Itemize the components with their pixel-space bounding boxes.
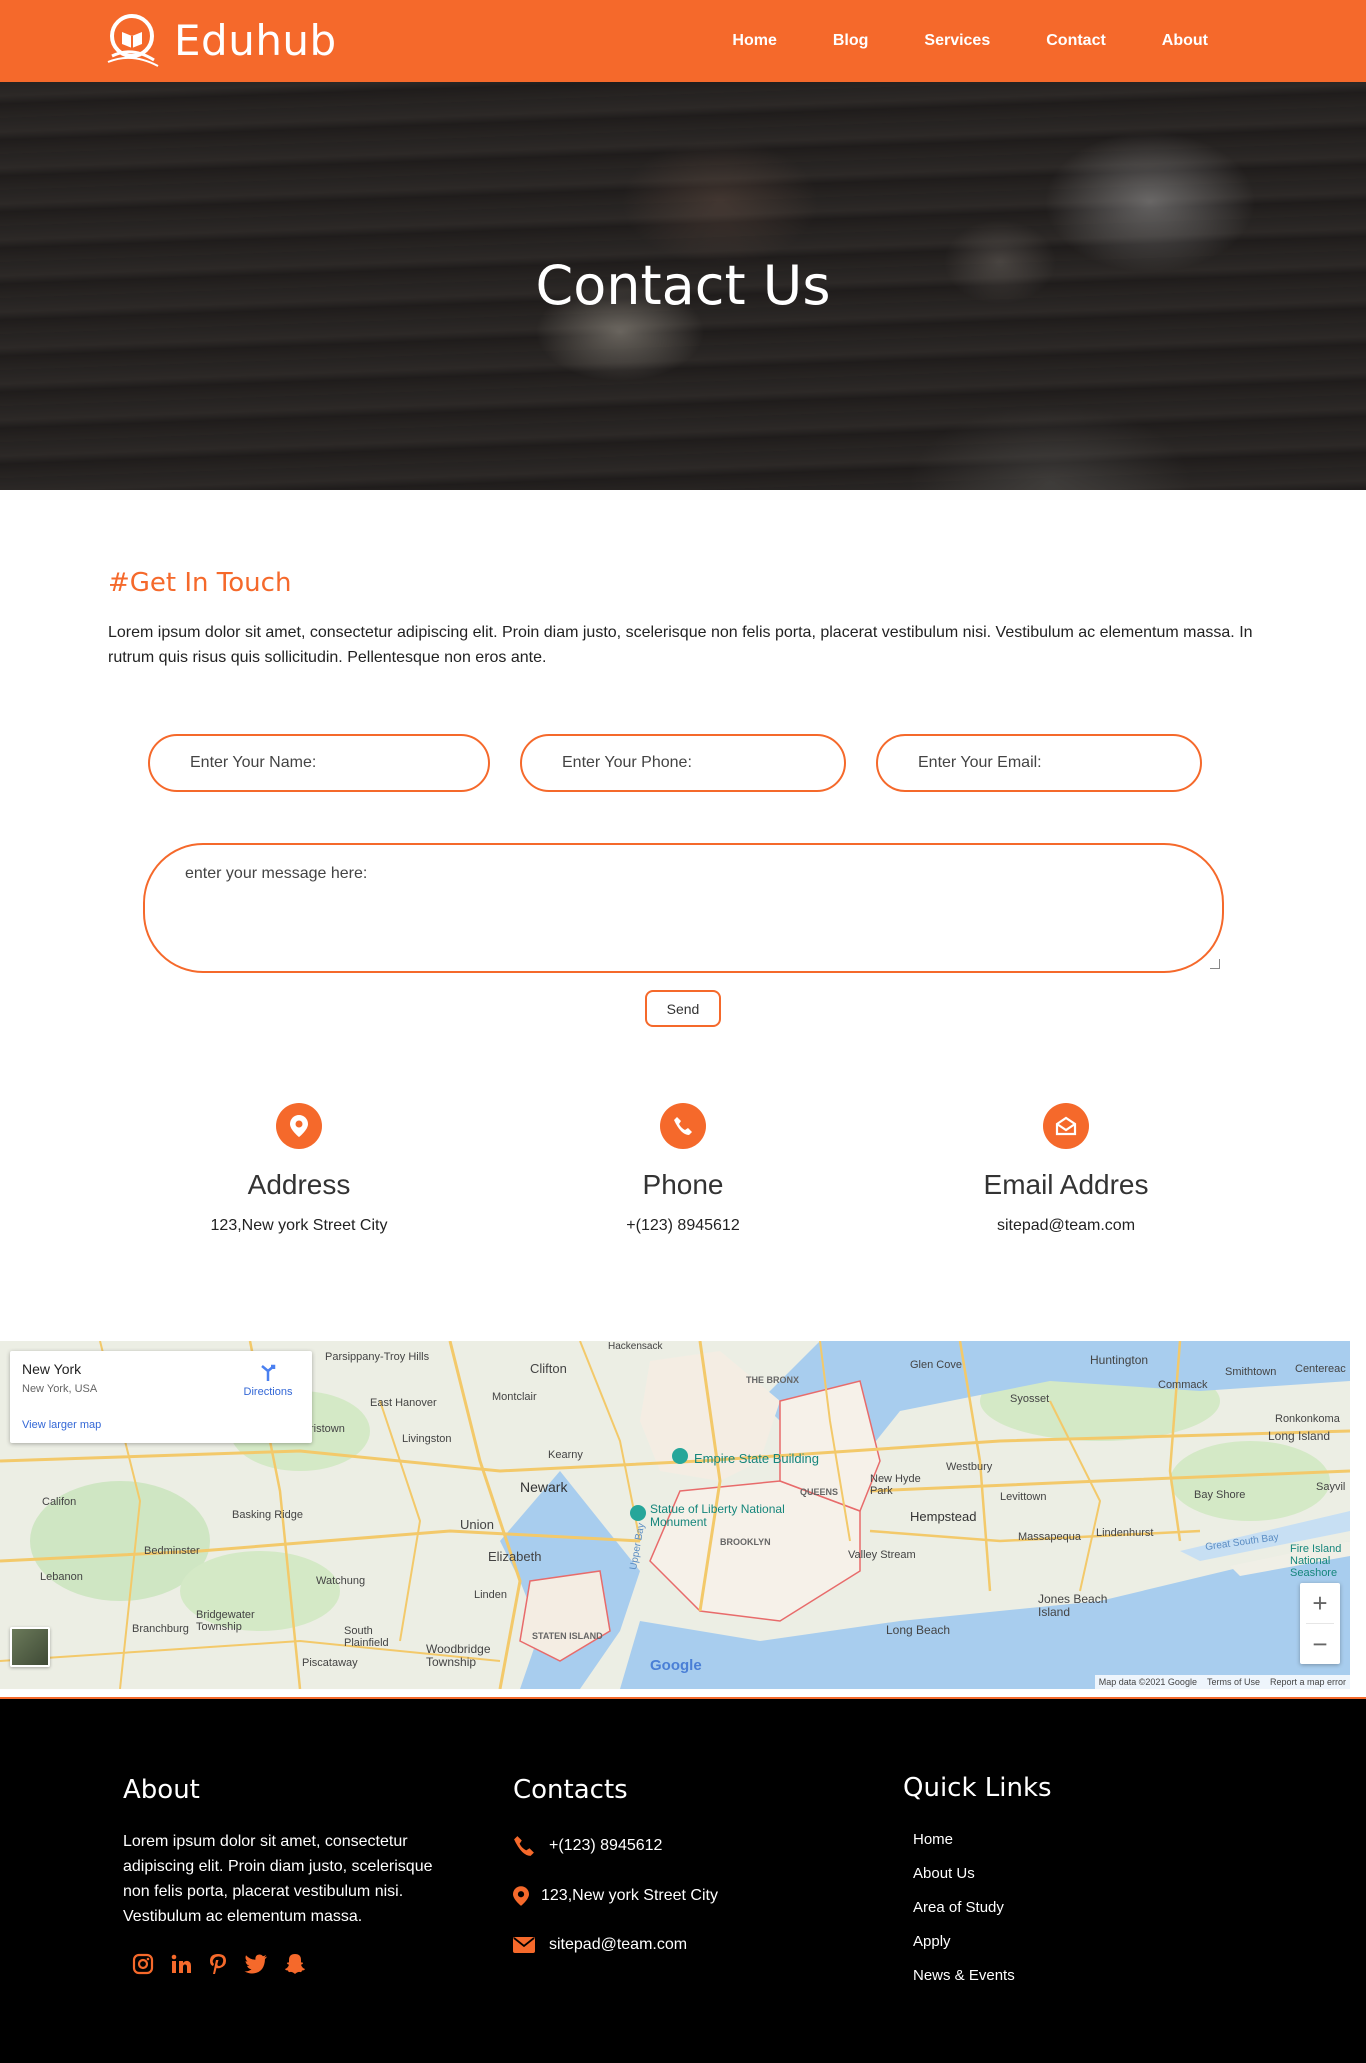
page-title: Contact Us bbox=[535, 254, 831, 317]
social-links bbox=[132, 1953, 322, 1975]
directions-button[interactable]: Directions bbox=[238, 1363, 298, 1398]
site-footer: About Lorem ipsum dolor sit amet, consec… bbox=[0, 1697, 1366, 2063]
pinterest-icon[interactable] bbox=[208, 1953, 228, 1975]
instagram-icon[interactable] bbox=[132, 1953, 154, 1975]
footer-phone: +(123) 8945612 bbox=[513, 1835, 662, 1857]
phone-icon bbox=[660, 1103, 706, 1149]
phone-label: Phone bbox=[642, 1169, 724, 1200]
place-name: New York bbox=[22, 1361, 82, 1377]
envelope-icon bbox=[513, 1937, 539, 1953]
message-placeholder: enter your message here: bbox=[185, 865, 368, 882]
directions-icon bbox=[261, 1364, 276, 1381]
place-address: New York, USA bbox=[22, 1383, 98, 1395]
twitter-icon[interactable] bbox=[244, 1954, 268, 1974]
quick-link-about-us[interactable]: About Us bbox=[913, 1865, 975, 1882]
map-attribution: Map data ©2021 Google Terms of Use Repor… bbox=[1094, 1675, 1350, 1689]
message-textarea[interactable]: enter your message here: bbox=[143, 843, 1224, 973]
get-in-touch-text: Lorem ipsum dolor sit amet, consectetur … bbox=[108, 624, 1253, 666]
address-info: Address 123,New york Street City bbox=[149, 1103, 449, 1235]
quick-link-apply[interactable]: Apply bbox=[913, 1933, 951, 1950]
phone-value: +(123) 8945612 bbox=[626, 1217, 740, 1234]
logo[interactable]: Eduhub bbox=[104, 12, 337, 68]
linkedin-icon[interactable] bbox=[170, 1953, 192, 1975]
footer-address: 123,New york Street City bbox=[513, 1885, 718, 1907]
terms-link[interactable]: Terms of Use bbox=[1207, 1677, 1260, 1687]
footer-contacts-heading: Contacts bbox=[513, 1775, 628, 1805]
phone-field[interactable]: Enter Your Phone: bbox=[520, 734, 846, 792]
email-label: Email Addres bbox=[983, 1169, 1149, 1200]
brand-name: Eduhub bbox=[174, 15, 337, 65]
footer-address-text: 123,New york Street City bbox=[541, 1887, 718, 1904]
quick-link-news-events[interactable]: News & Events bbox=[913, 1967, 1015, 1984]
envelope-open-icon bbox=[1043, 1103, 1089, 1149]
view-larger-map-link[interactable]: View larger map bbox=[22, 1419, 101, 1431]
nav-blog[interactable]: Blog bbox=[833, 32, 869, 50]
footer-email: sitepad@team.com bbox=[513, 1936, 687, 1954]
report-error-link[interactable]: Report a map error bbox=[1270, 1677, 1346, 1687]
google-logo: Google bbox=[650, 1657, 702, 1674]
snapchat-icon[interactable] bbox=[284, 1953, 306, 1975]
footer-about-heading: About bbox=[123, 1775, 200, 1805]
quick-link-home[interactable]: Home bbox=[913, 1831, 953, 1848]
book-logo-icon bbox=[107, 14, 159, 67]
quick-link-area-of-study[interactable]: Area of Study bbox=[913, 1899, 1004, 1916]
email-info: Email Addres sitepad@team.com bbox=[916, 1103, 1216, 1235]
phone-icon bbox=[513, 1835, 539, 1857]
footer-about-text: Lorem ipsum dolor sit amet, consectetur … bbox=[123, 1833, 433, 1925]
address-value: 123,New york Street City bbox=[210, 1217, 388, 1234]
send-button[interactable]: Send bbox=[645, 990, 721, 1027]
map-data-credit: Map data ©2021 Google bbox=[1098, 1677, 1197, 1687]
map-pin-icon bbox=[276, 1103, 322, 1149]
zoom-out-button[interactable]: − bbox=[1300, 1624, 1340, 1664]
nav-about[interactable]: About bbox=[1162, 32, 1208, 50]
footer-quick-links-heading: Quick Links bbox=[903, 1773, 1052, 1803]
resize-handle[interactable] bbox=[1210, 959, 1220, 969]
map-place-card: New York New York, USA Directions View l… bbox=[10, 1351, 312, 1443]
site-header: Eduhub Home Blog Services Contact About bbox=[0, 0, 1366, 82]
phone-info: Phone +(123) 8945612 bbox=[533, 1103, 833, 1235]
email-field[interactable]: Enter Your Email: bbox=[876, 734, 1202, 792]
hero-banner: Contact Us bbox=[0, 82, 1366, 490]
zoom-control: + − bbox=[1300, 1583, 1340, 1664]
get-in-touch-heading: #Get In Touch bbox=[108, 568, 292, 598]
address-label: Address bbox=[247, 1169, 351, 1200]
nav-contact[interactable]: Contact bbox=[1046, 32, 1106, 50]
email-value: sitepad@team.com bbox=[996, 1217, 1136, 1234]
nav-services[interactable]: Services bbox=[924, 32, 990, 50]
satellite-toggle[interactable] bbox=[10, 1627, 50, 1667]
name-field[interactable]: Enter Your Name: bbox=[148, 734, 490, 792]
map-pin-icon bbox=[513, 1885, 531, 1907]
zoom-in-button[interactable]: + bbox=[1300, 1583, 1340, 1623]
main-nav: Home Blog Services Contact About bbox=[676, 0, 1208, 82]
nav-home[interactable]: Home bbox=[732, 32, 776, 50]
footer-phone-text: +(123) 8945612 bbox=[549, 1837, 663, 1854]
directions-label: Directions bbox=[243, 1386, 293, 1398]
google-map[interactable]: Huntington Smithtown Centereac Hackensac… bbox=[0, 1341, 1350, 1689]
footer-email-text: sitepad@team.com bbox=[549, 1936, 688, 1953]
